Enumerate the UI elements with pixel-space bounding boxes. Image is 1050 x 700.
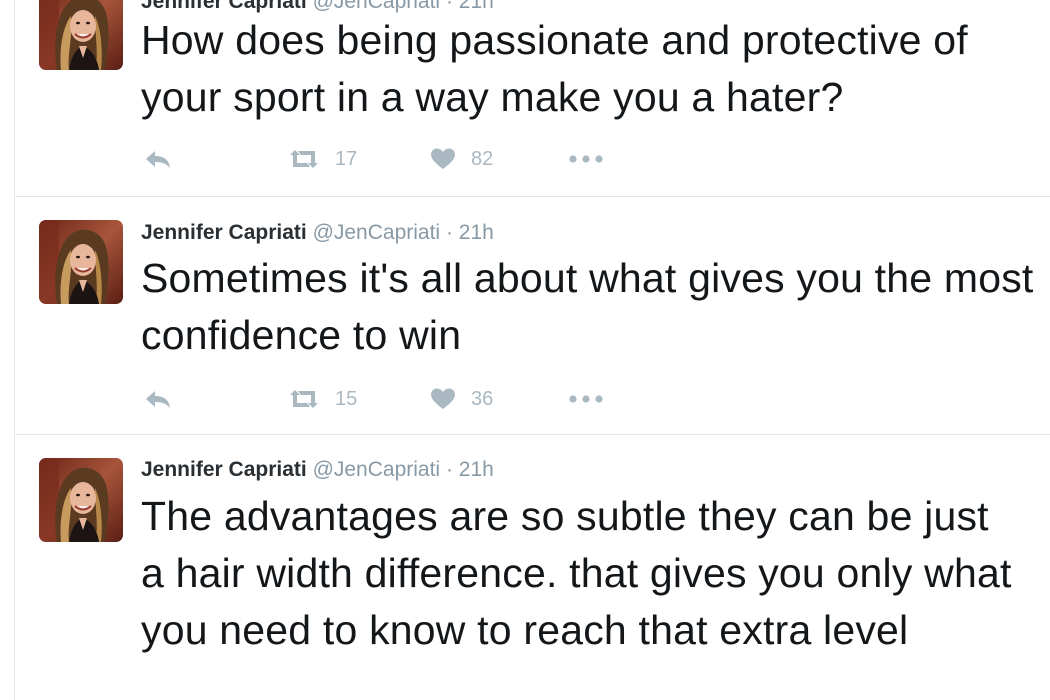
author-username[interactable]: @JenCapriati [313, 458, 441, 481]
heart-icon [431, 388, 455, 409]
tweet-actions: 15 36 [141, 384, 741, 414]
separator: · [445, 458, 453, 481]
reply-icon [146, 151, 170, 168]
like-count: 82 [471, 147, 494, 170]
more-icon [569, 395, 603, 403]
timestamp[interactable]: 21h [459, 458, 494, 481]
reply-icon [146, 391, 170, 408]
tweet[interactable]: Jennifer Capriati @JenCapriati · 21h How… [15, 0, 1050, 197]
like-button[interactable]: 82 [429, 144, 493, 174]
tweet-text: Sometimes it's all about what gives you … [141, 255, 1034, 358]
reply-button[interactable] [143, 384, 173, 414]
more-button[interactable] [568, 384, 604, 414]
avatar[interactable] [39, 458, 123, 542]
heart-icon [431, 148, 455, 169]
tweet[interactable]: Jennifer Capriati @JenCapriati · 21h The… [15, 435, 1050, 700]
profile-photo [39, 0, 123, 70]
reply-button[interactable] [143, 144, 173, 174]
more-icon [569, 155, 603, 163]
retweet-count: 15 [335, 387, 358, 410]
retweet-icon [290, 390, 318, 408]
like-button[interactable]: 36 [429, 384, 493, 414]
tweet-text: The advantages are so subtle they can be… [141, 493, 1012, 653]
avatar[interactable] [39, 220, 123, 304]
tweet-header: Jennifer Capriati @JenCapriati · 21h [141, 458, 494, 482]
more-button[interactable] [568, 144, 604, 174]
timestamp[interactable]: 21h [459, 221, 494, 244]
retweet-button[interactable]: 17 [287, 144, 357, 174]
separator: · [445, 221, 453, 244]
author-username[interactable]: @JenCapriati [313, 221, 441, 244]
timeline-frame: Jennifer Capriati @JenCapriati · 21h How… [0, 0, 1050, 700]
retweet-icon [290, 150, 318, 168]
avatar[interactable] [39, 0, 123, 70]
author-name[interactable]: Jennifer Capriati [141, 458, 307, 481]
tweet[interactable]: Jennifer Capriati @JenCapriati · 21h Som… [15, 197, 1050, 435]
retweet-count: 17 [335, 147, 358, 170]
profile-photo [39, 458, 123, 542]
retweet-button[interactable]: 15 [287, 384, 357, 414]
profile-photo [39, 220, 123, 304]
tweet-actions: 17 82 [141, 144, 741, 174]
author-name[interactable]: Jennifer Capriati [141, 221, 307, 244]
tweet-stream: Jennifer Capriati @JenCapriati · 21h How… [14, 0, 1050, 700]
tweet-header: Jennifer Capriati @JenCapriati · 21h [141, 221, 494, 245]
like-count: 36 [471, 387, 494, 410]
tweet-text: How does being passionate and protective… [141, 17, 968, 120]
